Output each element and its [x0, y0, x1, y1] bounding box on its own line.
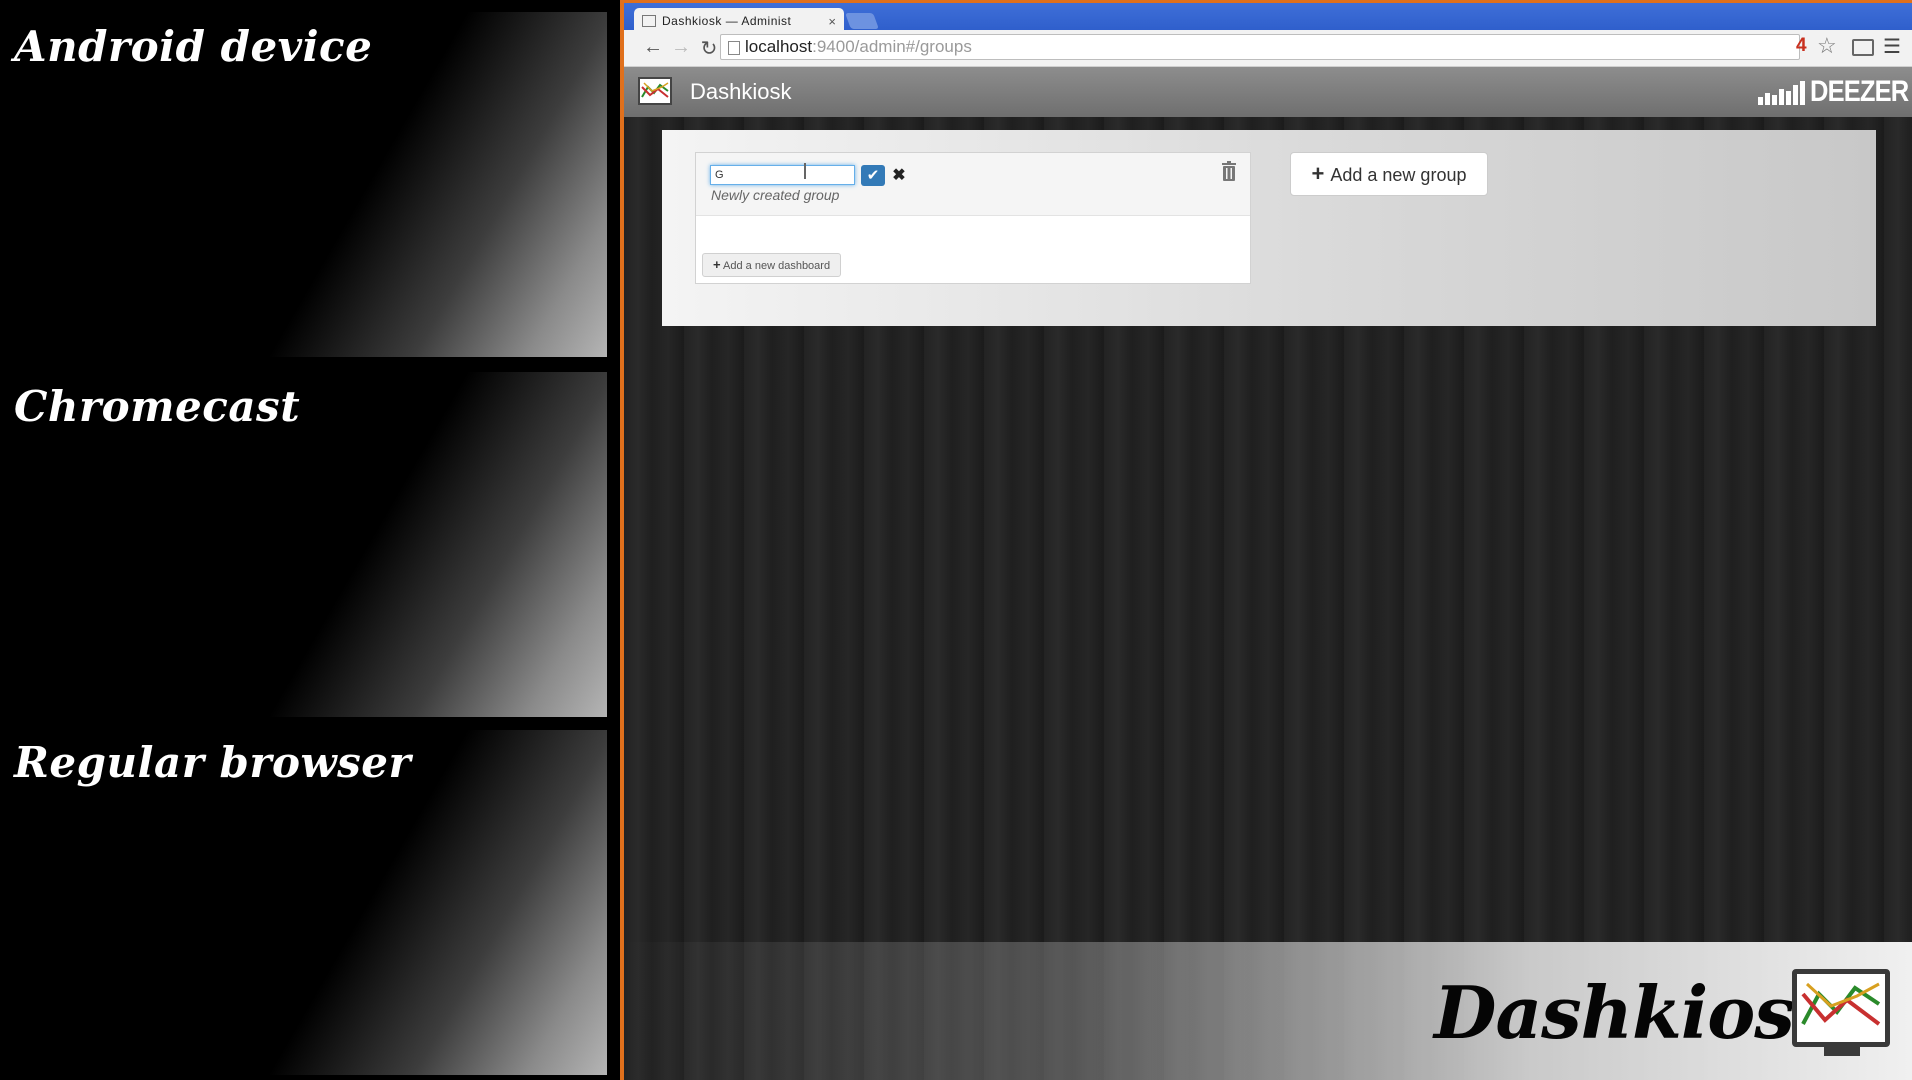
- plus-icon: +: [713, 257, 721, 272]
- url-path: :9400/admin#/groups: [812, 37, 972, 56]
- extension-badge[interactable]: 4: [1796, 35, 1807, 57]
- groups-panel: ✔ ✖ Newly created group + Add a new dash…: [662, 130, 1876, 326]
- back-arrow-icon[interactable]: ←: [642, 36, 664, 59]
- dashkiosk-monitor-icon: [1792, 969, 1890, 1047]
- monitor-stand: [1824, 1046, 1860, 1056]
- page-content: ✔ ✖ Newly created group + Add a new dash…: [624, 117, 1912, 1080]
- group-name-input[interactable]: [710, 165, 855, 185]
- group-card-header: ✔ ✖ Newly created group: [696, 153, 1250, 216]
- group-description[interactable]: Newly created group: [711, 187, 839, 203]
- plus-icon: +: [1311, 161, 1325, 186]
- group-card: ✔ ✖ Newly created group + Add a new dash…: [695, 152, 1251, 284]
- add-group-label: Add a new group: [1330, 165, 1467, 185]
- cast-icon[interactable]: [1852, 39, 1874, 56]
- url-host: localhost: [745, 37, 813, 56]
- add-dashboard-label: Add a new dashboard: [723, 260, 831, 272]
- tab-strip: Dashkiosk — Administ ×: [624, 0, 1912, 34]
- address-bar[interactable]: localhost:9400/admin#/groups: [720, 34, 1800, 60]
- app-header: Dashkiosk DEEZER: [624, 67, 1912, 117]
- deezer-brand: DEEZER: [1810, 75, 1909, 108]
- confirm-name-button[interactable]: ✔: [861, 165, 885, 186]
- page-icon: [728, 41, 740, 55]
- reload-icon[interactable]: ↻: [698, 36, 720, 61]
- tab-title: Dashkiosk — Administ: [662, 14, 792, 28]
- browser-window: Dashkiosk — Administ × ← → ↻ localhost:9…: [624, 0, 1912, 1080]
- app-title[interactable]: Dashkiosk: [690, 79, 791, 105]
- deezer-bars-icon: [1758, 81, 1805, 105]
- tab-close-icon[interactable]: ×: [828, 14, 836, 29]
- video-preview-panel: Android device Chromecast Regular browse…: [0, 0, 623, 1080]
- text-cursor-icon: [804, 163, 806, 179]
- android-device-label: Android device: [14, 22, 373, 71]
- browser-toolbar: ← → ↻ localhost:9400/admin#/groups 4 ☆ ☰: [624, 30, 1912, 67]
- branding-overlay: Dashkiosk: [624, 942, 1912, 1080]
- regular-browser-label: Regular browser: [14, 738, 412, 787]
- menu-icon[interactable]: ☰: [1883, 34, 1901, 59]
- tab-favicon-icon: [642, 15, 656, 27]
- dashkiosk-brand-title: Dashkiosk: [1434, 970, 1844, 1055]
- add-dashboard-button[interactable]: + Add a new dashboard: [702, 253, 842, 277]
- chromecast-label: Chromecast: [14, 382, 301, 431]
- cancel-name-button[interactable]: ✖: [889, 165, 909, 186]
- bookmark-star-icon[interactable]: ☆: [1817, 33, 1837, 59]
- add-group-button[interactable]: + Add a new group: [1290, 152, 1488, 196]
- forward-arrow-icon[interactable]: →: [670, 36, 692, 59]
- dashkiosk-logo-icon[interactable]: [638, 77, 672, 105]
- trash-icon[interactable]: [1220, 161, 1238, 181]
- new-tab-button[interactable]: [845, 13, 879, 29]
